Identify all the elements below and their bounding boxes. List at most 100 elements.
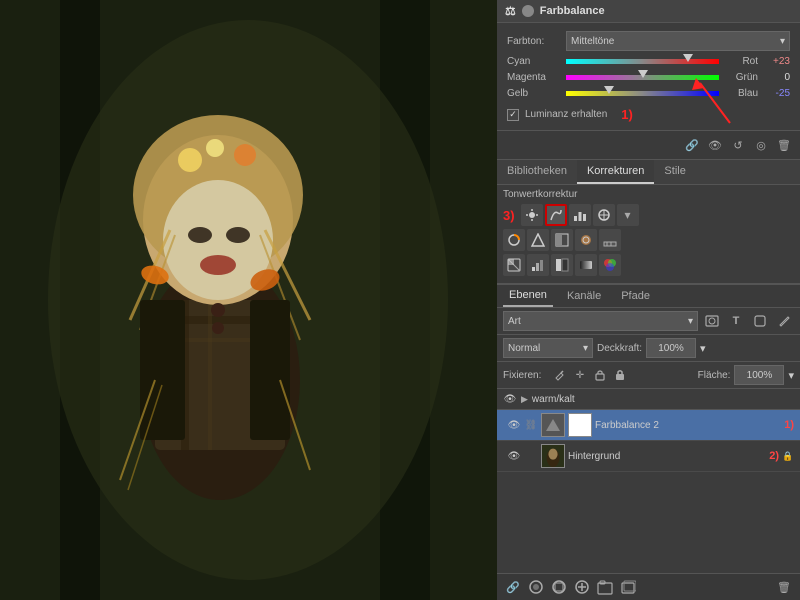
layer-hintergrund[interactable]: 👁 Hintergrund 2) 🔒 xyxy=(497,441,800,472)
ebenen-tabs: Ebenen Kanäle Pfade xyxy=(497,284,800,308)
image-panel xyxy=(0,0,497,600)
curves-icon-btn[interactable] xyxy=(545,204,567,226)
hintergrund-name: Hintergrund xyxy=(568,451,762,462)
magenta-gruen-row: Magenta Grün 0 xyxy=(507,71,790,83)
gelb-blau-slider[interactable] xyxy=(566,87,719,99)
blackwhite-icon-btn[interactable] xyxy=(551,229,573,251)
gelb-blau-thumb[interactable] xyxy=(604,86,614,94)
farbbalance2-name: Farbbalance 2 xyxy=(595,420,777,431)
deckkraft-input[interactable]: 100% xyxy=(646,338,696,358)
group-eye-icon[interactable]: 👁 xyxy=(503,392,517,406)
tab-bibliotheken[interactable]: Bibliotheken xyxy=(497,160,577,184)
add-mask-btn[interactable] xyxy=(549,577,569,597)
group-label: warm/kalt xyxy=(532,394,575,405)
farbbalance-title: Farbbalance xyxy=(540,5,605,17)
magenta-gruen-thumb[interactable] xyxy=(638,70,648,78)
annotation-1: 1) xyxy=(621,107,633,122)
tabs-row: Bibliotheken Korrekturen Stile xyxy=(497,160,800,185)
normal-deckkraft-row: Normal ▾ Deckkraft: 100% ▾ xyxy=(497,335,800,362)
delete-layer-btn[interactable]: 🗑 xyxy=(774,577,794,597)
hintergrund-annotation: 2) xyxy=(769,450,779,462)
refresh-icon-btn[interactable]: ↺ xyxy=(728,135,748,155)
luminanz-checkbox[interactable]: ✓ xyxy=(507,109,519,121)
add-adjustment-btn[interactable] xyxy=(572,577,592,597)
blend-mode-value: Normal xyxy=(508,343,540,354)
invert-icon-btn[interactable] xyxy=(503,254,525,276)
flaeche-label: Fläche: xyxy=(698,370,731,381)
farbton-dropdown-icon: ▾ xyxy=(780,36,785,47)
more-icon-btn[interactable]: ▾ xyxy=(617,204,639,226)
trash-icon-btn[interactable]: 🗑 xyxy=(774,135,794,155)
channel-mix-icon-btn[interactable] xyxy=(599,229,621,251)
threshold-icon-btn[interactable] xyxy=(551,254,573,276)
gruen-label: Grün xyxy=(723,72,758,83)
icons-toolbar: 🔗 👁 ↺ ◎ 🗑 xyxy=(497,130,800,160)
magenta-gruen-slider[interactable] xyxy=(566,71,719,83)
brightness-icon-btn[interactable] xyxy=(521,204,543,226)
text-tool-btn[interactable]: T xyxy=(726,311,746,331)
hintergrund-link-icon xyxy=(524,449,538,463)
tab-pfade[interactable]: Pfade xyxy=(615,286,656,306)
deckkraft-label: Deckkraft: xyxy=(597,343,642,354)
posterize-icon-btn[interactable] xyxy=(527,254,549,276)
farbbalance2-mask-thumb xyxy=(568,413,592,437)
gradient-map-icon-btn[interactable] xyxy=(575,254,597,276)
tab-ebenen[interactable]: Ebenen xyxy=(503,285,553,307)
exposure-icon-btn[interactable] xyxy=(593,204,615,226)
hue-sat-icon-btn[interactable] xyxy=(503,229,525,251)
bottom-toolbar: 🔗 🗑 xyxy=(497,573,800,600)
korrekturen-title: Tonwertkorrektur xyxy=(503,189,794,200)
tab-korrekturen[interactable]: Korrekturen xyxy=(577,160,654,184)
korr-icons-row-2 xyxy=(503,229,794,251)
photofilter-icon-btn[interactable] xyxy=(575,229,597,251)
add-group-btn[interactable] xyxy=(595,577,615,597)
farbbalance2-link-icon: ⛓ xyxy=(524,418,538,432)
selective-color-icon-btn[interactable] xyxy=(599,254,621,276)
fix-move-icon[interactable]: ✛ xyxy=(572,367,588,383)
farbton-label: Farbton: xyxy=(507,36,562,47)
blau-label: Blau xyxy=(723,88,758,99)
cyan-rot-value: +23 xyxy=(762,56,790,67)
colorbalance-icon-btn[interactable] xyxy=(527,229,549,251)
cyan-rot-slider[interactable] xyxy=(566,55,719,67)
link-icon-btn[interactable]: 🔗 xyxy=(682,135,702,155)
rot-label: Rot xyxy=(723,56,758,67)
cyan-rot-row: Cyan Rot +23 xyxy=(507,55,790,67)
cyan-rot-thumb[interactable] xyxy=(683,54,693,62)
levels-icon-btn[interactable] xyxy=(569,204,591,226)
fix-pencil-icon[interactable] xyxy=(552,367,568,383)
hintergrund-eye-icon[interactable]: 👁 xyxy=(507,449,521,463)
eye2-icon-btn[interactable]: ◎ xyxy=(751,135,771,155)
flaeche-input[interactable]: 100% xyxy=(734,365,784,385)
farbbalance2-thumb xyxy=(541,413,565,437)
layer-farbbalance2[interactable]: 👁 ⛓ Farbbalance 2 1) xyxy=(497,410,800,441)
tab-stile[interactable]: Stile xyxy=(654,160,695,184)
farbbalance2-eye-icon[interactable]: 👁 xyxy=(507,418,521,432)
magenta-label: Magenta xyxy=(507,72,562,83)
gelb-label: Gelb xyxy=(507,88,562,99)
fix-partial-lock-icon[interactable] xyxy=(592,367,608,383)
tab-kanaele[interactable]: Kanäle xyxy=(561,286,607,306)
scarecrow-image xyxy=(0,0,497,600)
photo-icon-btn[interactable] xyxy=(702,311,722,331)
art-dropdown[interactable]: Art ▾ xyxy=(503,311,698,331)
eye-icon-btn[interactable]: 👁 xyxy=(705,135,725,155)
link-layers-btn[interactable]: 🔗 xyxy=(503,577,523,597)
layer-group-header[interactable]: 👁 ▶ warm/kalt xyxy=(497,389,800,409)
cyan-label: Cyan xyxy=(507,56,562,67)
shape-icon-btn[interactable] xyxy=(750,311,770,331)
farbton-row: Farbton: Mitteltöne ▾ xyxy=(507,31,790,51)
hintergrund-lock-icon: 🔒 xyxy=(782,450,794,462)
farbton-dropdown[interactable]: Mitteltöne ▾ xyxy=(566,31,790,51)
farbton-value: Mitteltöne xyxy=(571,36,614,47)
pen-icon-btn[interactable] xyxy=(774,311,794,331)
blend-mode-dropdown[interactable]: Normal ▾ xyxy=(503,338,593,358)
add-layer-btn[interactable] xyxy=(618,577,638,597)
add-style-btn[interactable] xyxy=(526,577,546,597)
fix-lock-icon[interactable] xyxy=(612,367,628,383)
layers-area: 👁 ▶ warm/kalt 👁 ⛓ Farbbalance 2 1) 👁 xyxy=(497,389,800,573)
annotation-3: 3) xyxy=(503,208,515,223)
luminanz-row: ✓ Luminanz erhalten 1) xyxy=(507,103,790,126)
magenta-gruen-value: 0 xyxy=(762,72,790,83)
fixieren-label: Fixieren: xyxy=(503,370,548,381)
